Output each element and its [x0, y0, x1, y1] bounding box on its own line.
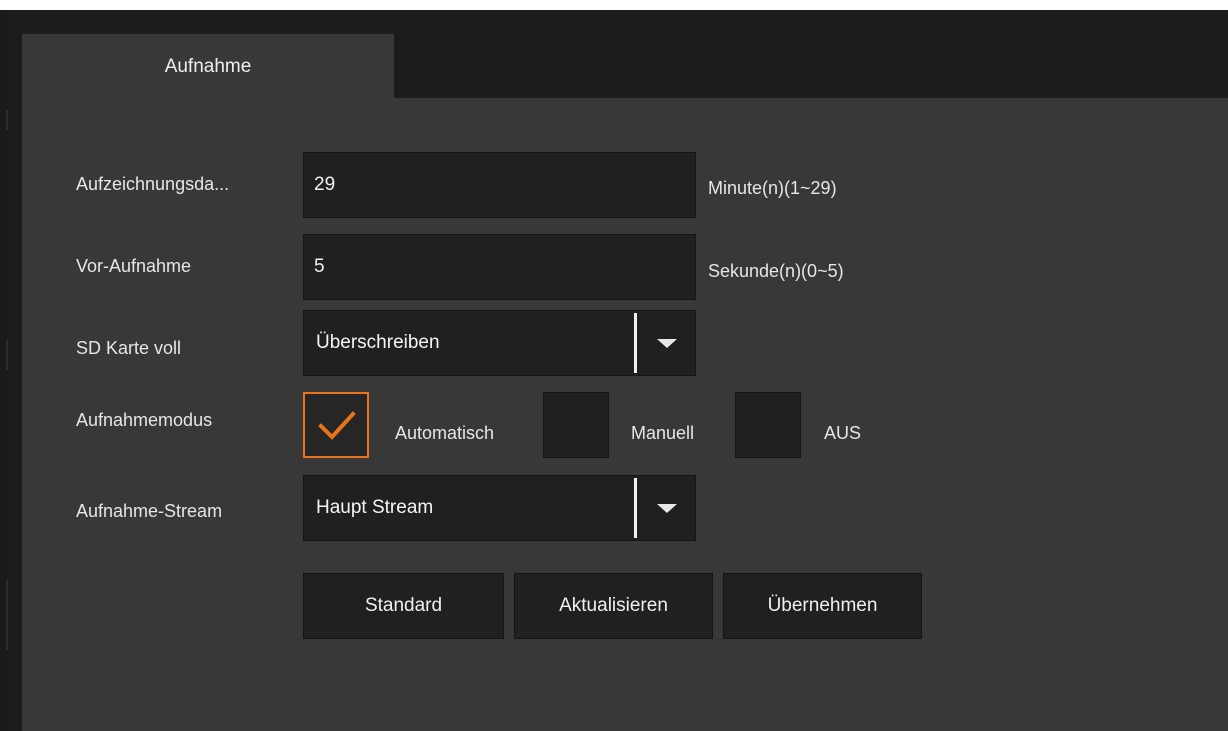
tab-bar: Aufnahme [8, 10, 1228, 100]
record-mode-manual-checkbox[interactable] [543, 392, 609, 458]
edge-notch [6, 110, 8, 130]
edge-notch [6, 340, 8, 370]
record-mode-label: Aufnahmemodus [76, 410, 213, 430]
record-mode-automatic-checkbox[interactable] [303, 392, 369, 458]
top-strip [0, 0, 1228, 10]
sd-full-selected-value: Überschreiben [316, 332, 440, 353]
record-duration-input[interactable]: 29 [303, 152, 696, 218]
pre-record-label: Vor-Aufnahme [76, 256, 192, 276]
check-icon [318, 411, 356, 440]
refresh-button[interactable]: Aktualisieren [514, 573, 713, 639]
chevron-down-icon[interactable] [657, 339, 677, 348]
select-divider [634, 313, 637, 373]
select-divider [634, 478, 637, 538]
tab-label: Aufnahme [164, 56, 252, 77]
settings-panel: Aufzeichnungsda... 29 Minute(n)(1~29) Vo… [22, 98, 1228, 731]
edge-notch [6, 580, 8, 650]
page: Aufnahme Aufzeichnungsda... 29 Minute(n)… [0, 0, 1228, 731]
record-mode-automatic-label: Automatisch [395, 423, 495, 443]
tab-aufnahme[interactable]: Aufnahme [22, 34, 394, 100]
record-stream-select[interactable]: Haupt Stream [303, 475, 696, 541]
record-mode-manual-label: Manuell [631, 423, 695, 443]
record-mode-off-label: AUS [824, 423, 862, 443]
sd-full-select[interactable]: Überschreiben [303, 310, 696, 376]
apply-button[interactable]: Übernehmen [723, 573, 922, 639]
pre-record-unit: Sekunde(n)(0~5) [708, 261, 844, 281]
sd-full-label: SD Karte voll [76, 338, 182, 358]
record-duration-label: Aufzeichnungsda... [76, 174, 230, 194]
record-mode-off-checkbox[interactable] [735, 392, 801, 458]
pre-record-input[interactable]: 5 [303, 234, 696, 300]
left-edge [0, 10, 8, 731]
standard-button[interactable]: Standard [303, 573, 504, 639]
record-stream-label: Aufnahme-Stream [76, 501, 223, 521]
chevron-down-icon[interactable] [657, 504, 677, 513]
record-duration-unit: Minute(n)(1~29) [708, 178, 837, 198]
record-stream-selected-value: Haupt Stream [316, 497, 434, 518]
